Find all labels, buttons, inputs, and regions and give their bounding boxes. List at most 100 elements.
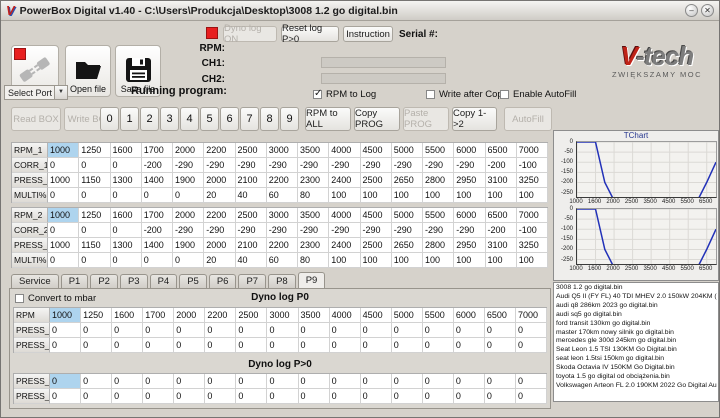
table-cell[interactable]: 4000 bbox=[329, 143, 361, 158]
table-cell[interactable]: 1300 bbox=[110, 238, 142, 253]
file-list-item[interactable]: audi sq5 go digital.bin bbox=[556, 311, 718, 320]
table-cell[interactable]: -290 bbox=[173, 158, 205, 173]
table-cell[interactable]: -290 bbox=[360, 158, 392, 173]
table-cell[interactable]: 0 bbox=[484, 389, 516, 404]
table-cell[interactable]: 0 bbox=[360, 323, 392, 338]
table-cell[interactable]: 3100 bbox=[485, 238, 517, 253]
table-cell[interactable]: 0 bbox=[515, 323, 547, 338]
table-cell[interactable]: 0 bbox=[143, 389, 175, 404]
program-0-button[interactable]: 0 bbox=[100, 107, 119, 131]
file-list-item[interactable]: audi q8 286km 2023 go digital.bin bbox=[556, 302, 718, 311]
table-cell[interactable]: -100 bbox=[516, 158, 548, 173]
table-cell[interactable]: 6000 bbox=[453, 308, 485, 323]
table-cell[interactable]: 0 bbox=[79, 188, 111, 203]
table-cell[interactable]: 0 bbox=[360, 389, 392, 404]
checkbox-icon[interactable] bbox=[500, 90, 509, 99]
program-7-button[interactable]: 7 bbox=[240, 107, 259, 131]
table-cell[interactable]: 1000 bbox=[48, 238, 80, 253]
table-cell[interactable]: 1000 bbox=[48, 143, 80, 158]
table-cell[interactable]: 0 bbox=[173, 253, 205, 268]
table-cell[interactable]: 2400 bbox=[329, 238, 361, 253]
table-cell[interactable]: 80 bbox=[298, 188, 330, 203]
table-cell[interactable]: 0 bbox=[112, 374, 144, 389]
table-cell[interactable]: 0 bbox=[81, 374, 113, 389]
table-cell[interactable]: 1000 bbox=[50, 308, 82, 323]
table-cell[interactable]: 2500 bbox=[236, 308, 268, 323]
table-cell[interactable]: 0 bbox=[267, 323, 299, 338]
tab-service[interactable]: Service bbox=[11, 274, 59, 288]
table-cell[interactable]: 1900 bbox=[173, 173, 205, 188]
table-cell[interactable]: -290 bbox=[423, 223, 455, 238]
file-list-item[interactable]: ford transit 130km go digital.bin bbox=[556, 320, 718, 329]
table-cell[interactable]: 0 bbox=[453, 389, 485, 404]
chevron-down-icon[interactable]: ▼ bbox=[54, 86, 67, 99]
table-cell[interactable]: 2200 bbox=[266, 238, 298, 253]
table-cell[interactable]: 20 bbox=[204, 188, 236, 203]
table-cell[interactable]: 1250 bbox=[79, 143, 111, 158]
table-cell[interactable]: 2100 bbox=[235, 238, 267, 253]
table-cell[interactable]: 0 bbox=[453, 338, 485, 353]
table-cell[interactable]: 1000 bbox=[48, 208, 80, 223]
table-cell[interactable]: 0 bbox=[236, 323, 268, 338]
table-cell[interactable]: 0 bbox=[143, 338, 175, 353]
table-cell[interactable]: 2950 bbox=[454, 173, 486, 188]
table-cell[interactable]: 1700 bbox=[141, 143, 173, 158]
table-cell[interactable]: -200 bbox=[485, 158, 517, 173]
table-cell[interactable]: 1300 bbox=[110, 173, 142, 188]
table-cell[interactable]: 0 bbox=[298, 374, 330, 389]
table-cell[interactable]: 1600 bbox=[110, 208, 142, 223]
dyno-log-on-button[interactable]: Dyno log ON bbox=[223, 23, 277, 45]
table-cell[interactable]: 0 bbox=[79, 253, 111, 268]
table-cell[interactable]: -290 bbox=[360, 223, 392, 238]
table-cell[interactable]: 100 bbox=[391, 253, 423, 268]
table-cell[interactable]: 0 bbox=[143, 374, 175, 389]
table-cell[interactable]: 100 bbox=[516, 188, 548, 203]
file-list-item[interactable]: toyota 1.5 go digital od obciążenia.bin bbox=[556, 373, 718, 382]
table-cell[interactable]: 0 bbox=[298, 338, 330, 353]
table-cell[interactable]: 100 bbox=[391, 188, 423, 203]
table-cell[interactable]: -290 bbox=[204, 158, 236, 173]
table-cell[interactable]: 1700 bbox=[141, 208, 173, 223]
table-cell[interactable]: 6500 bbox=[484, 308, 516, 323]
table-cell[interactable]: 0 bbox=[329, 323, 361, 338]
table-cell[interactable]: 0 bbox=[110, 253, 142, 268]
paste-prog-button[interactable]: Paste PROG bbox=[403, 107, 449, 131]
table-cell[interactable]: 2200 bbox=[205, 308, 237, 323]
file-list-item[interactable]: Skoda Octavia IV 150KM Go Digital.bin bbox=[556, 364, 718, 373]
table-cell[interactable]: 2200 bbox=[204, 208, 236, 223]
table-cell[interactable]: 1900 bbox=[173, 238, 205, 253]
table-cell[interactable]: 0 bbox=[50, 323, 82, 338]
rpm-to-all-button[interactable]: RPM to ALL bbox=[305, 107, 351, 131]
table-cell[interactable]: 0 bbox=[173, 188, 205, 203]
tab-p5[interactable]: P5 bbox=[179, 274, 207, 288]
read-box-button[interactable]: Read BOX bbox=[11, 107, 61, 131]
table-cell[interactable]: 2800 bbox=[423, 238, 455, 253]
table-cell[interactable]: -200 bbox=[485, 223, 517, 238]
table-cell[interactable]: 0 bbox=[267, 374, 299, 389]
table-cell[interactable]: 0 bbox=[453, 374, 485, 389]
table-cell[interactable]: 2100 bbox=[235, 173, 267, 188]
table-cell[interactable]: 0 bbox=[112, 323, 144, 338]
reset-log-button[interactable]: Reset log P>0 bbox=[281, 23, 339, 45]
table-cell[interactable]: -200 bbox=[141, 158, 173, 173]
table-cell[interactable]: 0 bbox=[391, 338, 423, 353]
table-cell[interactable]: 0 bbox=[329, 374, 361, 389]
table-cell[interactable]: 5500 bbox=[423, 208, 455, 223]
enable-autofill-checkbox[interactable]: Enable AutoFill bbox=[500, 89, 576, 100]
table-cell[interactable]: -290 bbox=[235, 223, 267, 238]
table-cell[interactable]: 2000 bbox=[174, 308, 206, 323]
table-cell[interactable]: 100 bbox=[329, 253, 361, 268]
table-cell[interactable]: 0 bbox=[50, 374, 82, 389]
table-cell[interactable]: 2200 bbox=[204, 143, 236, 158]
tab-p6[interactable]: P6 bbox=[208, 274, 237, 288]
table-cell[interactable]: 6500 bbox=[485, 208, 517, 223]
table-cell[interactable]: 0 bbox=[50, 338, 82, 353]
table-cell[interactable]: 100 bbox=[454, 188, 486, 203]
table-cell[interactable]: 0 bbox=[484, 374, 516, 389]
table-cell[interactable]: 0 bbox=[422, 389, 454, 404]
table-cell[interactable]: -290 bbox=[298, 158, 330, 173]
table-cell[interactable]: 0 bbox=[422, 374, 454, 389]
rpm-to-log-checkbox[interactable]: RPM to Log bbox=[313, 88, 376, 100]
table-cell[interactable]: 40 bbox=[235, 253, 267, 268]
table-cell[interactable]: 100 bbox=[360, 253, 392, 268]
